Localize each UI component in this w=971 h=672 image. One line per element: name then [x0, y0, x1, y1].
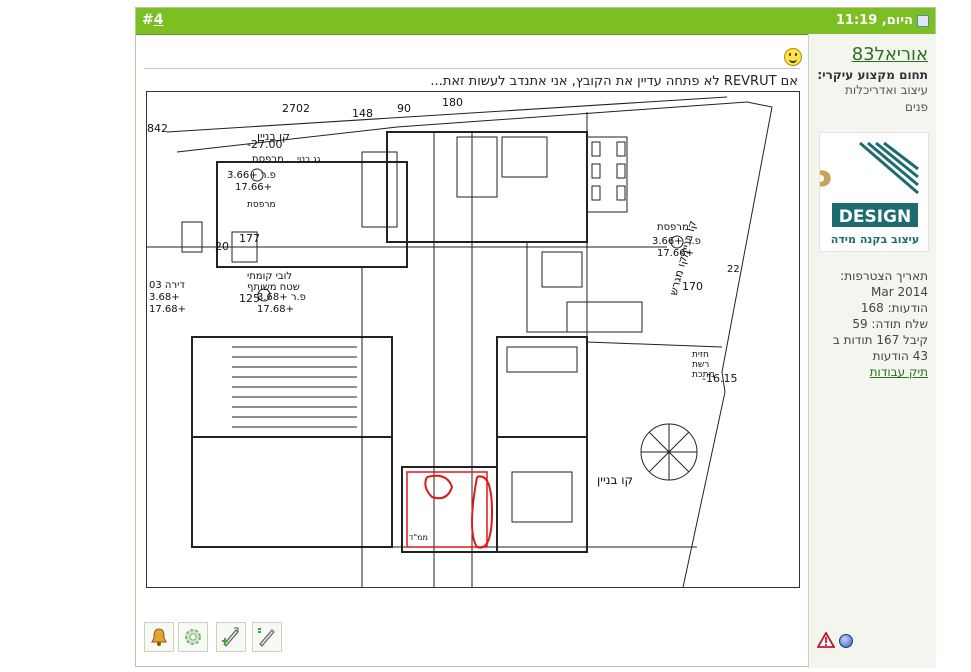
dim-label: 177 — [239, 232, 260, 245]
logo-tagline: עיצוב בקנה מידה — [831, 233, 919, 246]
username-link[interactable]: אוריאל83 — [809, 44, 928, 65]
dim-label: 842 — [147, 122, 168, 135]
corridor-label: לובי קומתי — [247, 271, 292, 282]
post-date-text: היום, 11:19 — [835, 13, 913, 28]
post-message: אם REVRUT לא פתחה עדיין את הקובץ, אני את… — [430, 74, 798, 89]
dim-label: 20 — [215, 240, 229, 253]
post-number-link[interactable]: 4 — [154, 12, 164, 28]
dim-label: 170 — [682, 280, 703, 293]
joined-label: תאריך הצטרפות: — [840, 269, 928, 283]
dim-label: 148 — [352, 107, 373, 120]
thanks-received-posts: 43 הודעות — [872, 349, 928, 363]
logo-text-up: UP — [820, 164, 832, 204]
thanks-received: קיבל 167 תודות ב — [832, 333, 928, 347]
portfolio-link[interactable]: תיק עבודות — [870, 365, 928, 379]
wall-line — [586, 341, 723, 348]
tree-symbol — [640, 423, 698, 481]
report-button[interactable] — [144, 622, 174, 652]
kitchen-outline — [386, 131, 588, 243]
level-label: 17.68+ — [149, 304, 186, 315]
bedroom-1 — [496, 336, 588, 438]
forum-post: #4 היום, 11:19 אם REVRUT לא פתחה עדיין א… — [135, 7, 936, 668]
globe-icon[interactable] — [839, 634, 853, 648]
side-note: רשת — [692, 360, 709, 370]
level-label: 17.66+ — [235, 182, 272, 193]
post-count: הודעות: 168 — [860, 301, 928, 315]
level-label: 3.68+ — [149, 292, 180, 303]
level-label: 17.68+ — [257, 304, 294, 315]
quote-icon — [258, 628, 275, 647]
balcony-label: מרפסת — [247, 200, 276, 210]
updesign-logo: UP DESIGN עיצוב בקנה מידה — [779, 141, 919, 246]
side-note: חזית — [692, 350, 709, 360]
bell-icon — [151, 628, 167, 646]
profession-label: תחום מקצוע עיקרי: — [817, 68, 928, 82]
bed — [506, 346, 578, 373]
level-label: 3.68+ פ.ר — [257, 292, 306, 303]
divider — [144, 68, 800, 69]
settings-button[interactable] — [178, 622, 208, 652]
multi-quote-button[interactable] — [216, 622, 246, 652]
dim-label: 2702 — [282, 102, 310, 115]
logo-text-design: DESIGN — [839, 207, 911, 227]
quote-add-icon — [222, 627, 239, 647]
shelter-label: ממ"ד — [409, 533, 428, 542]
kitchen-island — [501, 136, 548, 178]
dim-label: 180 — [442, 96, 463, 109]
level-label: 3.66+ פ.ר — [227, 170, 276, 181]
level-label: 17.66+ — [657, 248, 694, 259]
user-avatar-logo[interactable]: UP DESIGN עיצוב בקנה מידה — [779, 132, 929, 252]
profession-value: עיצוב ואדריכלות — [845, 83, 928, 97]
post-icon — [917, 14, 929, 27]
bed — [511, 471, 573, 523]
joined-value: Mar 2014 — [871, 285, 928, 299]
user-sidebar: אוריאל83 תחום מקצוע עיקרי: עיצוב ואדריכל… — [779, 34, 936, 668]
level-label: 3.66+ פ.ר — [652, 236, 701, 247]
warning-icon[interactable] — [817, 632, 835, 648]
dim-label: 90 — [397, 102, 411, 115]
apartment-label: דירה 03 — [149, 280, 185, 291]
post-number-prefix: # — [142, 12, 154, 28]
floorplan-image[interactable]: 2702 148 90 180 842 177 125 170 20 קו בנ… — [146, 91, 800, 588]
edge-mark: 22 — [727, 264, 740, 275]
side-note: מתכת — [692, 370, 715, 380]
post-header: #4 היום, 11:19 — [136, 8, 935, 35]
floorplan-drawing: 2702 148 90 180 842 177 125 170 20 קו בנ… — [147, 96, 773, 587]
elevation-label: -27.00 — [247, 138, 282, 151]
smiley-icon — [784, 48, 802, 66]
profession-value: פנים — [905, 100, 928, 114]
armchair — [541, 251, 583, 288]
building-line-label: קו בניין — [597, 473, 633, 487]
bedroom-2 — [496, 436, 588, 553]
bed — [361, 151, 398, 228]
roof-note: גג בנוי — [297, 155, 321, 165]
user-stats: תאריך הצטרפות: Mar 2014 הודעות: 168 שלח … — [816, 268, 928, 380]
post-content: אם REVRUT לא פתחה עדיין את הקובץ, אני את… — [136, 34, 808, 668]
staircase — [232, 346, 357, 428]
balcony-label: מרפסת — [252, 154, 284, 165]
quote-button[interactable] — [252, 622, 282, 652]
post-number: #4 — [142, 12, 163, 28]
dining-table — [586, 136, 628, 213]
sofa — [566, 301, 643, 333]
balcony-label: מרפסת — [657, 222, 689, 233]
thanks-sent: שלח תודה: 59 — [852, 317, 928, 331]
post-date: היום, 11:19 — [836, 13, 929, 28]
settings-icon — [185, 629, 201, 645]
kitchen-counter — [456, 136, 498, 198]
